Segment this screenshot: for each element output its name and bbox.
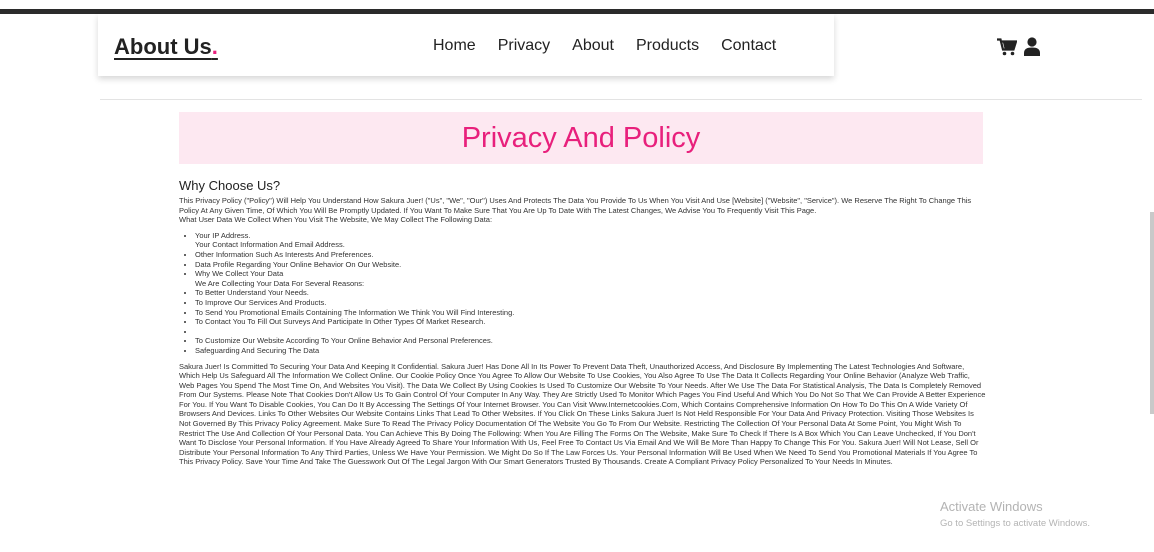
header-divider (100, 99, 1142, 100)
nav-contact[interactable]: Contact (721, 37, 776, 55)
intro-paragraph: This Privacy Policy ("Policy") Will Help… (179, 196, 972, 215)
list-item: Your IP Address.Your Contact Information… (195, 231, 987, 250)
page-banner: Privacy And Policy (179, 112, 983, 164)
list-item-continuation: Your Contact Information And Email Addre… (195, 240, 345, 250)
data-list: Your IP Address.Your Contact Information… (179, 231, 987, 356)
brand-text: About Us (114, 34, 212, 59)
scrollbar-thumb[interactable] (1150, 212, 1154, 414)
body-paragraph: Sakura Juer! Is Committed To Securing Yo… (179, 361, 986, 467)
page-title: Privacy And Policy (461, 122, 701, 154)
list-item: Safeguarding And Securing The Data (195, 346, 987, 356)
brand-logo[interactable]: About Us. (114, 34, 218, 60)
main-nav: Home Privacy About Products Contact (433, 37, 776, 55)
nav-about[interactable]: About (572, 37, 614, 55)
list-item: Other Information Such As Interests And … (195, 250, 987, 260)
activate-windows-subtitle: Go to Settings to activate Windows. (940, 518, 1090, 529)
policy-content: Why Choose Us? This Privacy Policy ("Pol… (179, 178, 987, 467)
collect-line: What User Data We Collect When You Visit… (179, 215, 493, 225)
nav-home[interactable]: Home (433, 37, 476, 55)
list-item: Data Profile Regarding Your Online Behav… (195, 260, 987, 270)
nav-products[interactable]: Products (636, 37, 699, 55)
brand-dot: . (211, 34, 218, 59)
list-item: To Improve Our Services And Products. (195, 298, 987, 308)
list-item-continuation: We Are Collecting Your Data For Several … (195, 278, 365, 288)
user-icon[interactable] (1023, 37, 1041, 56)
list-item: To Better Understand Your Needs. (195, 288, 987, 298)
list-item: To Customize Our Website According To Yo… (195, 336, 987, 346)
section-heading: Why Choose Us? (179, 178, 281, 193)
list-item: To Send You Promotional Emails Containin… (195, 308, 987, 318)
nav-privacy[interactable]: Privacy (498, 37, 550, 55)
list-item: Why We Collect Your DataWe Are Collectin… (195, 269, 987, 288)
list-item-empty (195, 327, 987, 337)
cart-icon[interactable] (997, 38, 1017, 56)
list-item: To Contact You To Fill Out Surveys And P… (195, 317, 987, 327)
activate-windows-title: Activate Windows (940, 499, 1043, 514)
